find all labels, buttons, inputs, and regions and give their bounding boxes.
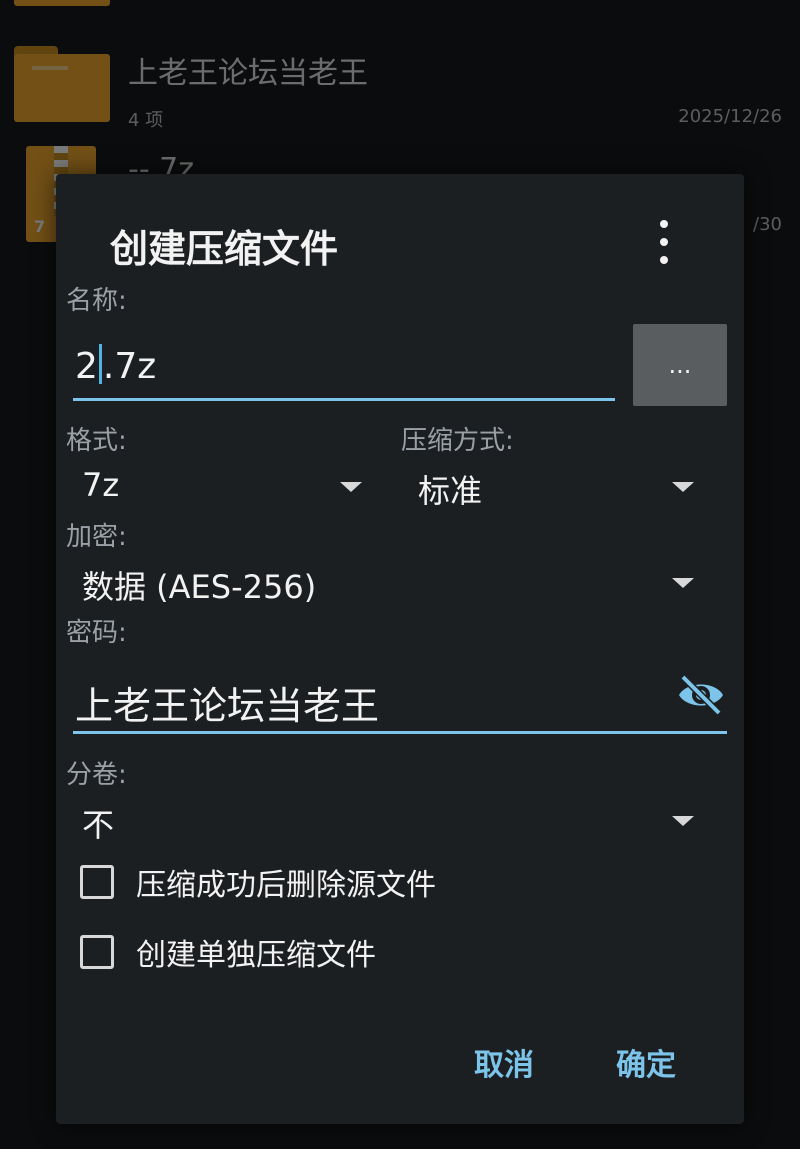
dialog-title: 创建压缩文件: [110, 227, 339, 271]
encryption-value: 数据 (AES-256): [82, 568, 317, 606]
format-label: 格式:: [66, 426, 127, 456]
name-value-suffix: .7z: [102, 346, 157, 387]
compression-method-select[interactable]: 标准: [408, 462, 694, 512]
checkbox-unchecked-icon[interactable]: [80, 865, 114, 899]
file-meta: 4 项: [128, 110, 164, 131]
separate-archive-checkbox[interactable]: 创建单独压缩文件: [80, 930, 376, 974]
split-value: 不: [82, 806, 115, 844]
format-value: 7z: [82, 466, 120, 504]
more-options-icon[interactable]: [652, 220, 676, 264]
dropdown-arrow-icon: [672, 482, 694, 492]
encryption-select[interactable]: 数据 (AES-256): [72, 558, 694, 608]
delete-source-checkbox[interactable]: 压缩成功后删除源文件: [80, 860, 436, 904]
archive-name-input[interactable]: 2.7z: [73, 334, 615, 401]
compression-method-label: 压缩方式:: [401, 426, 514, 456]
split-select[interactable]: 不: [72, 796, 694, 846]
text-cursor: [98, 344, 102, 384]
cancel-button[interactable]: 取消: [466, 1034, 542, 1090]
list-item[interactable]: 上老王论坛当老王 4 项 2025/12/26: [0, 40, 800, 140]
password-label: 密码:: [66, 618, 127, 648]
list-item[interactable]: [0, 0, 800, 10]
create-archive-dialog: 创建压缩文件 名称: 2.7z ... 格式: 压缩方式: 7z 标准 加密: …: [56, 174, 744, 1124]
compression-method-value: 标准: [418, 472, 483, 510]
browse-button[interactable]: ...: [633, 324, 727, 406]
split-label: 分卷:: [66, 760, 127, 790]
ok-button[interactable]: 确定: [608, 1034, 684, 1090]
separate-archive-label: 创建单独压缩文件: [136, 938, 376, 973]
archive-icon-label: 7: [34, 217, 46, 236]
name-label: 名称:: [66, 286, 127, 316]
password-value: 上老王论坛当老王: [75, 684, 380, 728]
file-date: 2025/12/26: [678, 106, 782, 127]
name-value-prefix: 2: [75, 346, 98, 387]
encryption-label: 加密:: [66, 522, 127, 552]
dropdown-arrow-icon: [672, 816, 694, 826]
file-date: /30: [753, 214, 782, 235]
format-select[interactable]: 7z: [72, 462, 362, 512]
checkbox-unchecked-icon[interactable]: [80, 935, 114, 969]
delete-source-label: 压缩成功后删除源文件: [136, 868, 436, 903]
dropdown-arrow-icon: [672, 578, 694, 588]
visibility-off-icon[interactable]: [675, 671, 727, 717]
file-name: 上老王论坛当老王: [128, 56, 368, 91]
folder-icon: [14, 46, 110, 122]
dropdown-arrow-icon: [340, 482, 362, 492]
password-input[interactable]: 上老王论坛当老王: [73, 669, 727, 734]
folder-icon: [14, 0, 110, 6]
